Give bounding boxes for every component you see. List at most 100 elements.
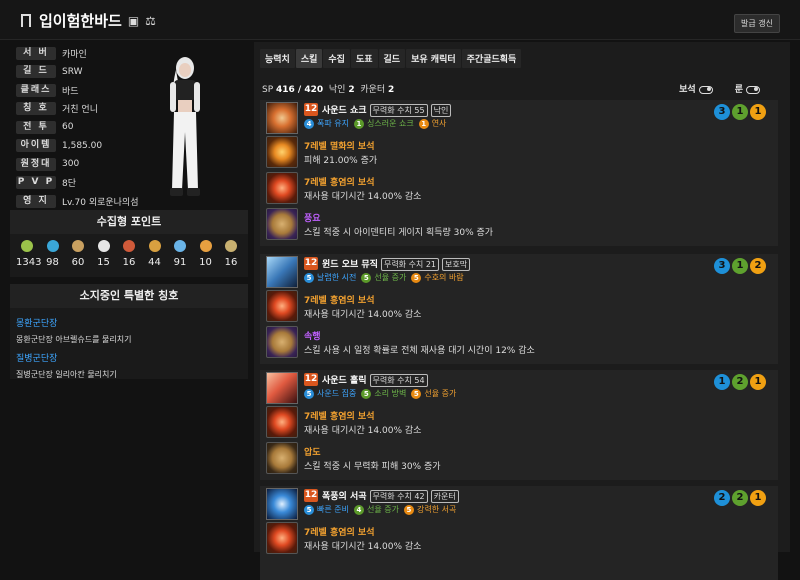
tripod[interactable]: 5 선율 증가 [361,272,406,283]
tripod[interactable]: 5 날렵한 시전 [304,272,356,283]
tripod-name: 폭파 유지 [317,119,349,128]
skill-tag-badge: 카운터 [430,490,459,503]
title-desc: 몽환군단장 아브렐슈드를 물리치기 [16,335,132,344]
skill-level-badge: 12 [304,257,318,270]
skill-name: 폭풍의 서곡 무력화 수치 42 카운터 [322,489,459,503]
bookmark-icon[interactable] [21,14,31,27]
rune-icon [266,442,298,474]
tripod-list: 4 폭파 유지 1 싱스러운 쇼크 1 연사 [304,118,446,129]
tab-0[interactable]: 능력치 [260,49,295,68]
tripod-list: 5 날렵한 시전 5 선율 증가 5 수호의 바람 [304,272,464,283]
page-title: 입이험한바드 ▣ ⚖ [21,10,156,31]
collection-item[interactable]: 1343 [16,240,41,268]
special-titles-title: 소지중인 특별한 칭호 [10,284,248,308]
collection-item[interactable]: 98 [42,240,64,268]
skill-icon[interactable] [266,102,298,134]
skill-icon[interactable] [266,256,298,288]
collection-item[interactable]: 16 [118,240,140,268]
rune-toggle[interactable]: 룬 [735,82,760,95]
skill-card[interactable]: 12 폭풍의 서곡 무력화 수치 42 카운터 5 빠른 준비 4 선율 증가 5 강력한 서곡 2… [260,486,778,580]
collection-count: 16 [122,257,136,268]
item-name: 7레벨 홍염의 보석 [304,412,375,422]
tripod[interactable]: 5 강력한 서곡 [403,504,456,515]
tripod-level: 5 [411,388,422,399]
tab-5[interactable]: 보유 캐릭터 [406,49,461,68]
gem-toggle[interactable]: 보석 [679,82,713,95]
sp-summary: SP 416 / 420 낙인 2 카운터 2 [262,85,395,95]
tripod-circle: 1 [750,104,766,120]
scale-icon[interactable]: ⚖ [145,14,156,28]
profile-row: 클래스 바드 [16,83,79,97]
toggle-icon[interactable] [746,85,760,94]
tripod-name: 연사 [431,119,447,128]
skill-icon[interactable] [266,372,298,404]
heart-icon [97,240,110,252]
tripod-circles: 121 [714,374,766,390]
tripod-circles: 221 [714,490,766,506]
tripod[interactable]: 5 빠른 준비 [304,504,349,515]
tripod[interactable]: 5 수호의 바람 [411,272,464,283]
tripod[interactable]: 1 연사 [418,118,447,129]
collection-count: 15 [97,257,110,268]
tripod[interactable]: 4 선율 증가 [353,504,399,515]
id-card-icon[interactable]: ▣ [128,14,139,28]
gem-icon [266,172,298,204]
profile-label: 영 지 [16,194,56,208]
collection-item[interactable]: 10 [195,240,217,268]
refresh-button[interactable]: 발급 갱신 [734,14,780,33]
tab-4[interactable]: 길드 [378,49,406,68]
item-desc: 피해 21.00% 증가 [304,156,378,166]
skill-tag-badge: 보호막 [442,258,471,271]
tripod-name: 선율 증가 [366,505,399,514]
tripod-circle: 1 [732,258,748,274]
toggle-icon[interactable] [698,85,713,94]
item-name: 7레벨 홍염의 보석 [304,296,375,306]
tripod[interactable]: 5 소리 방벽 [361,388,406,399]
skill-level-badge: 12 [304,103,318,116]
profile-row: P V P 8단 [16,176,76,190]
skill-card[interactable]: 12 사운드 홀릭 무력화 수치 54 5 사운드 집중 5 소리 방벽 5 선율 증가 1 2 1 7… [260,370,778,480]
tripod-name: 싱스러운 쇼크 [366,119,414,128]
collection-count: 98 [46,257,59,268]
tripod[interactable]: 4 폭파 유지 [304,118,349,129]
profile-row: 원정대 300 [16,157,79,171]
item-name: 7레벨 홍염의 보석 [304,178,375,188]
tripod-name: 선율 증가 [374,273,407,282]
tripod[interactable]: 1 싱스러운 쇼크 [353,118,414,129]
collection-item[interactable]: 15 [93,240,115,268]
collection-count: 44 [148,257,161,268]
profile-value: 바드 [62,86,79,97]
tripod-circle: 2 [714,490,730,506]
profile-row: 아이템 1,585.00 [16,139,102,153]
tripod[interactable]: 5 사운드 집중 [304,388,356,399]
gem-icon [266,290,298,322]
tab-3[interactable]: 도표 [350,49,378,68]
seed-icon [21,240,33,252]
profile-label: 클래스 [16,83,56,97]
profile-value: 8단 [62,179,77,189]
profile-value: 1,585.00 [62,140,103,151]
tripod-level: 5 [411,272,422,283]
tripod-circle: 2 [750,258,766,274]
collection-item[interactable]: 16 [220,240,242,268]
tab-1[interactable]: 스킬 [295,49,323,68]
skill-icon[interactable] [266,488,298,520]
profile-value: SRW [62,66,83,77]
tripod-name: 선율 증가 [424,389,457,398]
collection-item[interactable]: 91 [169,240,191,268]
profile-label: 아이템 [16,139,56,152]
item-name: 압도 [304,448,321,458]
tab-6[interactable]: 주간골드획득 [461,49,522,68]
collection-count: 60 [71,257,85,268]
skill-card[interactable]: 12 사운드 쇼크 무력화 수치 55 낙인 4 폭파 유지 1 싱스러운 쇼크 1 연사 3 1 1 7… [260,100,778,246]
skill-level-badge: 12 [304,373,318,386]
skill-card[interactable]: 12 윈드 오브 뮤직 무력화 수치 21 보호막 5 날렵한 시전 5 선율 증가 5 수호의 … [260,254,778,364]
character-image [152,52,222,202]
skill-name: 윈드 오브 뮤직 무력화 수치 21 보호막 [322,257,471,271]
collection-item[interactable]: 44 [144,240,166,268]
collection-item[interactable]: 60 [67,240,89,268]
tripod[interactable]: 5 선율 증가 [411,388,456,399]
tripod-name: 수호의 바람 [424,273,464,282]
tripod-circle: 1 [732,104,748,120]
tab-2[interactable]: 수집 [323,49,350,68]
